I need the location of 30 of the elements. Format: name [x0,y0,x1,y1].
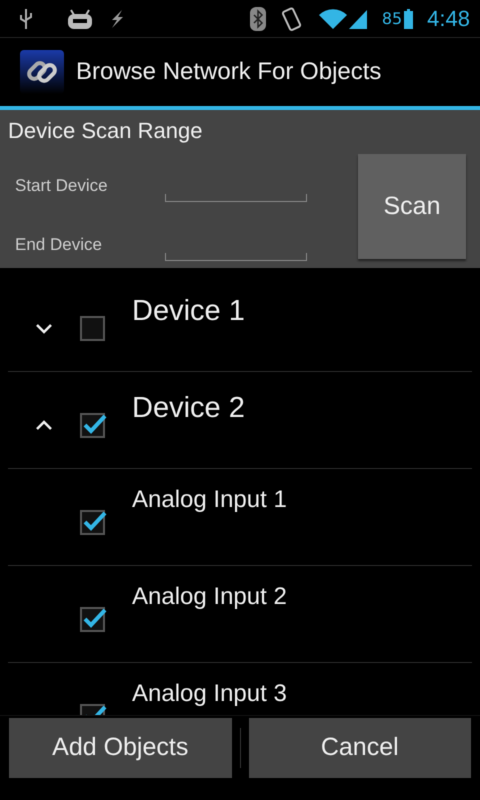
device-name: Device 2 [132,392,245,425]
chevron-down-icon[interactable] [35,322,53,334]
add-objects-button[interactable]: Add Objects [9,718,232,778]
robot-head-icon [66,8,94,30]
battery-charging-icon [404,8,414,28]
object-name: Analog Input 2 [132,583,287,611]
scan-button[interactable]: Scan [358,154,466,259]
usb-icon [18,6,34,30]
checkbox[interactable] [80,412,105,438]
clock-time: 4:48 [427,6,470,32]
field-label: Start Device [15,176,109,196]
field-label: End Device [15,234,103,254]
input-field[interactable] [165,252,307,260]
battery-level: 85 [382,9,402,28]
cancel-button[interactable]: Cancel [248,718,471,778]
device-name: Device 1 [132,295,245,328]
section-title: Device Scan Range [8,118,204,145]
checkbox[interactable] [80,510,105,534]
input-field[interactable] [165,194,307,202]
object-name: Analog Input 1 [132,486,287,514]
wifi-icon [318,8,348,30]
signal-icon [348,8,368,30]
chain-link-icon [20,50,64,94]
phone-rotate-icon [280,6,304,30]
checkbox[interactable] [80,606,105,632]
checkbox[interactable] [80,316,105,340]
object-name: Analog Input 3 [132,680,287,708]
chevron-up-icon[interactable] [35,420,53,430]
screen-title: Browse Network For Objects [76,58,382,86]
bluetooth-icon [250,6,266,30]
